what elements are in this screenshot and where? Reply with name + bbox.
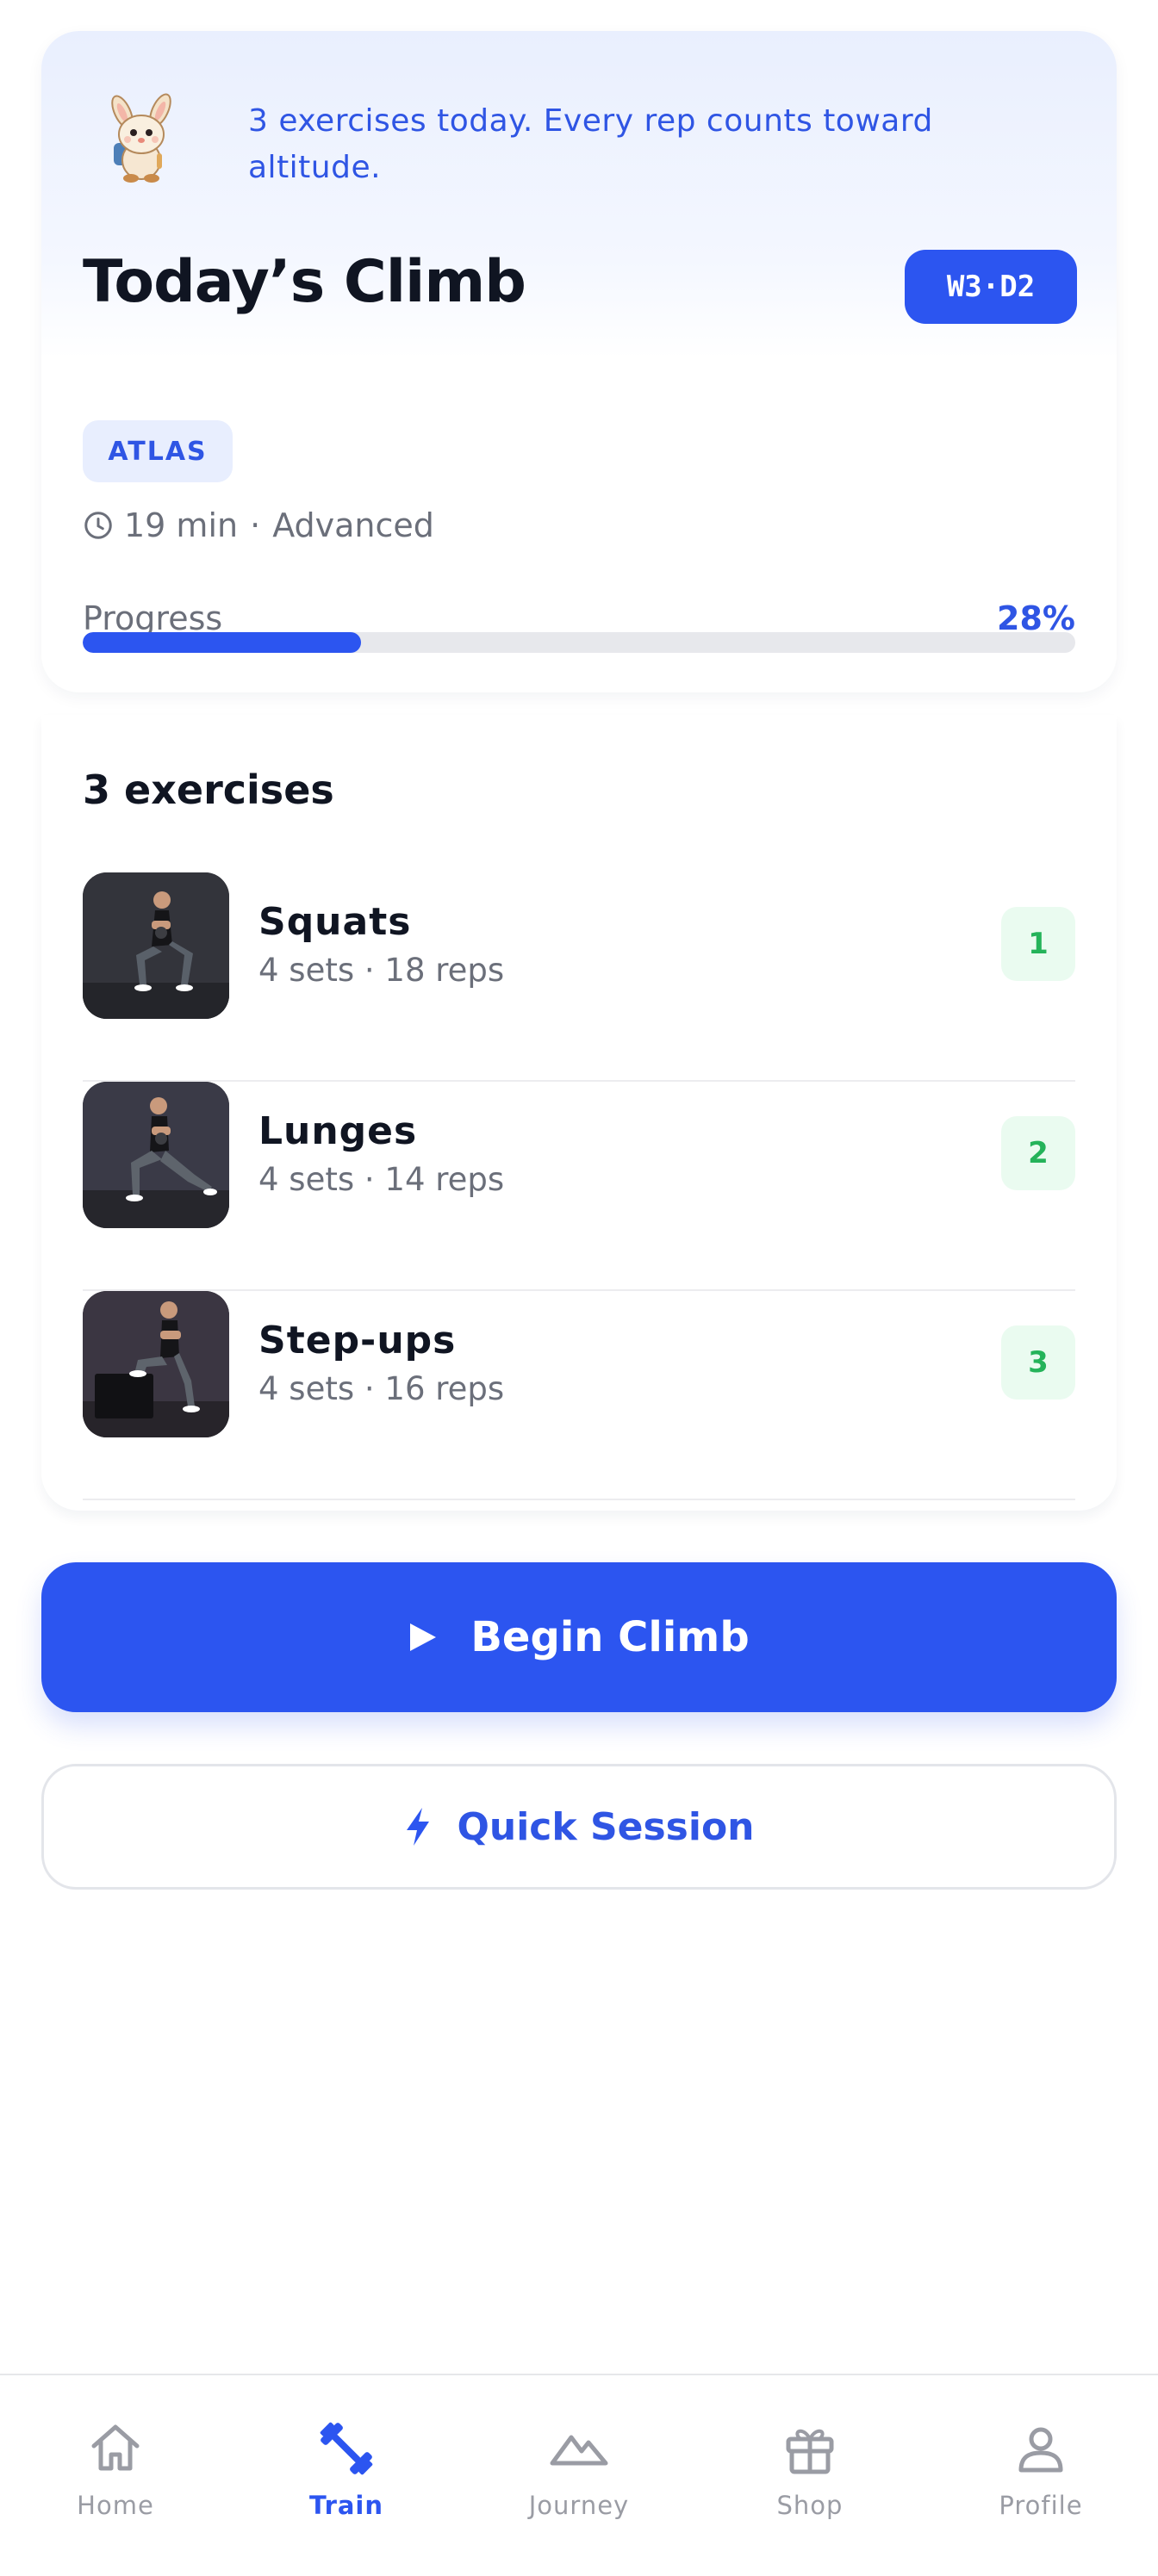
progress-bar-fill <box>83 632 361 653</box>
dumbbell-icon <box>320 2422 373 2475</box>
quick-session-button[interactable]: Quick Session <box>41 1764 1117 1890</box>
clock-icon <box>84 512 112 539</box>
difficulty-text: Advanced <box>272 506 434 544</box>
quick-session-label: Quick Session <box>457 1804 755 1849</box>
exercise-name: Lunges <box>258 1109 418 1153</box>
exercise-sets-reps: 4 sets · 16 reps <box>258 1370 505 1407</box>
lightning-icon <box>407 1808 430 1846</box>
user-icon <box>1018 2427 1063 2473</box>
exercise-order-badge: 3 <box>1001 1325 1075 1400</box>
exercise-thumbnail <box>83 1082 229 1228</box>
exercise-sets-reps: 4 sets · 18 reps <box>258 952 505 989</box>
lunge-figure-icon <box>83 1082 229 1228</box>
tab-shop[interactable]: Shop <box>715 2375 905 2576</box>
motivation-text: 3 exercises today. Every rep counts towa… <box>248 103 933 185</box>
duration-text: 19 min <box>124 506 239 544</box>
exercise-sets-reps: 4 sets · 14 reps <box>258 1161 505 1198</box>
exercise-order-badge: 1 <box>1001 907 1075 981</box>
workout-meta: 19 min · Advanced <box>83 500 434 551</box>
exercise-row-lunges[interactable]: Lunges 4 sets · 14 reps 2 <box>83 1082 1075 1291</box>
bottom-tab-bar: Home Train Journey Shop Profile <box>0 2374 1158 2576</box>
play-icon <box>410 1623 437 1651</box>
exercise-row-step-ups[interactable]: Step-ups 4 sets · 16 reps 3 <box>83 1291 1075 1500</box>
exercise-thumbnail <box>83 1291 229 1437</box>
week-day-badge: W3·D2 <box>905 250 1077 324</box>
tab-label: Profile <box>999 2491 1083 2520</box>
bunny-hiker-mascot <box>111 93 171 183</box>
page-title: Today’s Climb <box>83 248 526 316</box>
tab-train[interactable]: Train <box>252 2375 441 2576</box>
tab-label: Shop <box>776 2491 844 2520</box>
program-tag: ATLAS <box>83 420 233 482</box>
tab-label: Journey <box>528 2491 630 2520</box>
exercise-order-badge: 2 <box>1001 1116 1075 1190</box>
tab-journey[interactable]: Journey <box>484 2375 674 2576</box>
tab-label: Home <box>77 2491 154 2520</box>
step-up-figure-icon <box>83 1291 229 1437</box>
begin-climb-button[interactable]: Begin Climb <box>41 1562 1117 1712</box>
exercise-thumbnail <box>83 872 229 1019</box>
todays-climb-card: 3 exercises today. Every rep counts towa… <box>41 31 1117 692</box>
begin-climb-label: Begin Climb <box>470 1613 750 1661</box>
tab-home[interactable]: Home <box>21 2375 210 2576</box>
gift-icon <box>786 2429 834 2474</box>
tab-label: Train <box>308 2491 384 2520</box>
home-icon <box>91 2424 140 2471</box>
meta-separator: · <box>250 506 261 544</box>
exercise-count-heading: 3 exercises <box>83 767 334 813</box>
tab-profile[interactable]: Profile <box>946 2375 1136 2576</box>
exercise-row-squats[interactable]: Squats 4 sets · 18 reps 1 <box>83 872 1075 1082</box>
squat-figure-icon <box>83 872 229 1019</box>
progress-bar <box>83 632 1075 653</box>
exercise-name: Squats <box>258 900 412 944</box>
mountain-icon <box>550 2435 608 2466</box>
exercise-name: Step-ups <box>258 1319 457 1362</box>
exercise-list-card: 3 exercises Squats 4 sets · 18 reps 1 Lu… <box>41 715 1117 1511</box>
